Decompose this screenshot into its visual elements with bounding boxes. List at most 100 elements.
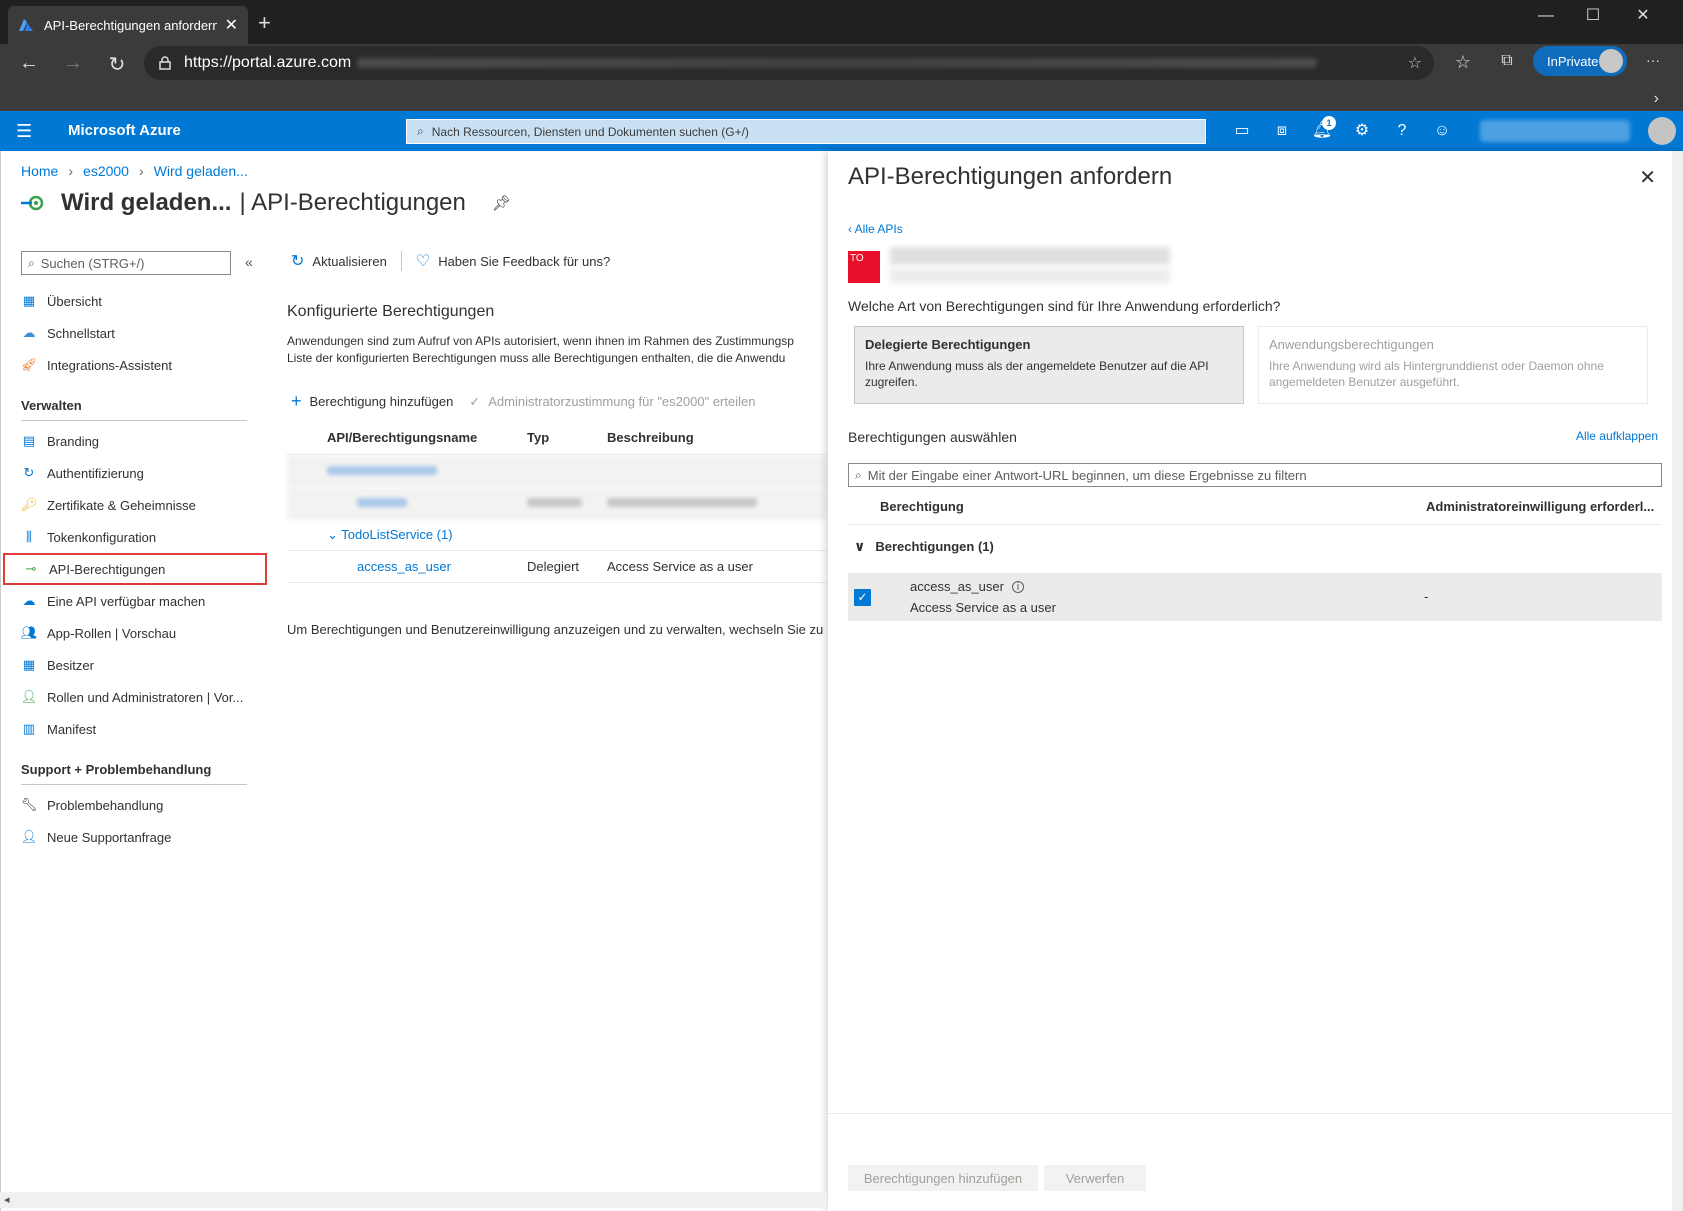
permission-type-question: Welche Art von Berechtigungen sind für I… [848,298,1281,314]
add-permissions-button[interactable]: Berechtigungen hinzufügen [848,1165,1038,1191]
address-bar[interactable]: https://portal.azure.com ☆ [144,46,1434,80]
permission-link[interactable]: access_as_user [287,559,527,574]
nav-item-quickstart[interactable]: ☁ Schnellstart [1,317,263,349]
nav-item-overview[interactable]: ▦ Übersicht [1,285,263,317]
account-name-redacted[interactable] [1480,120,1630,142]
resource-menu: ▦ Übersicht ☁ Schnellstart 🚀︎ Integrations-… [1,285,267,853]
inprivate-label: InPrivate [1547,53,1599,69]
minimize-icon[interactable]: — [1523,6,1569,26]
maximize-icon[interactable]: ☐ [1570,6,1616,26]
breadcrumb-chevron-icon: › [68,163,74,179]
wrench-icon: 🔧︎ [20,797,38,812]
expand-all-link[interactable]: Alle aufklappen [1576,429,1658,443]
nav-item-authentication[interactable]: ↻ Authentifizierung [1,457,263,489]
favorite-star-icon[interactable]: ☆ [1408,53,1422,73]
nav-item-branding[interactable]: ▤ Branding [1,425,263,457]
nav-item-roles-admins[interactable]: 👤︎ Rollen und Administratoren | Vor... [1,681,263,713]
refresh-icon[interactable]: ↻ [291,251,304,271]
favorites-icon[interactable]: ☆ [1446,52,1480,73]
nav-item-owners[interactable]: ▦ Besitzer [1,649,263,681]
nav-item-label: Übersicht [47,293,102,309]
breadcrumb-home[interactable]: Home [21,163,58,179]
application-permissions-card[interactable]: Anwendungsberechtigungen Ihre Anwendung … [1258,326,1648,404]
permission-row[interactable]: ✓ access_as_user i Access Service as a us… [848,573,1662,621]
permissions-table-header: Berechtigung Administratoreinwilligung e… [848,489,1662,525]
column-header: Berechtigung [880,499,964,514]
global-search-input[interactable]: ⌕ Nach Ressourcen, Diensten und Dokument… [406,119,1206,144]
redacted-text [327,466,437,475]
reload-icon[interactable]: ↻ [100,52,134,77]
new-tab-button[interactable]: + [258,10,271,36]
select-permissions-label: Berechtigungen auswählen [848,429,1017,445]
breadcrumb-current[interactable]: Wird geladen... [154,163,248,179]
all-apis-link[interactable]: ‹ Alle APIs [848,222,903,236]
nav-item-app-roles[interactable]: 👥︎ App-Rollen | Vorschau [1,617,263,649]
add-permission-label: Berechtigung hinzufügen [309,394,454,409]
feedback-button[interactable]: Haben Sie Feedback für uns? [438,254,610,269]
azure-brand[interactable]: Microsoft Azure [68,122,181,139]
redacted-text [357,498,407,507]
browser-tabbar: API-Berechtigungen anfordern - ✕ + — ☐ ✕ [0,0,1683,44]
nav-item-api-permissions[interactable]: ⊸ API-Berechtigungen [3,553,267,585]
nav-item-expose-api[interactable]: ☁ Eine API verfügbar machen [1,585,263,617]
info-icon[interactable]: i [1011,580,1024,593]
browser-navbar: ← → ↻ https://portal.azure.com ☆ ☆ ⧉ InP… [0,44,1683,120]
back-icon[interactable]: ← [12,52,46,75]
chevron-right-icon[interactable]: › [1654,90,1659,108]
pin-icon[interactable]: 📌︎ [492,194,511,212]
hamburger-icon[interactable]: ☰ [16,121,32,142]
nav-item-troubleshooting[interactable]: 🔧︎ Problembehandlung [1,789,263,821]
nav-item-label: Manifest [47,721,97,737]
feedback-smiley-icon[interactable]: ☺ [1430,119,1454,143]
add-permission-button[interactable]: + Berechtigung hinzufügen [291,391,453,412]
vertical-scrollbar[interactable] [1672,151,1683,1211]
browser-tab[interactable]: API-Berechtigungen anfordern - ✕ [8,6,248,44]
directory-filter-icon[interactable]: ⧈ [1270,119,1294,143]
close-window-icon[interactable]: ✕ [1620,6,1666,26]
nav-item-new-support-request[interactable]: 👤︎ Neue Supportanfrage [1,821,263,853]
nav-item-label: Rollen und Administratoren | Vor... [47,689,244,705]
inprivate-button[interactable]: InPrivate [1533,46,1627,76]
table-group-row[interactable]: ⌄ TodoListService (1) [287,519,827,551]
settings-gear-icon[interactable]: ⚙ [1350,119,1374,143]
card-desc: Ihre Anwendung muss als der angemeldete … [865,359,1209,389]
collapse-menu-icon[interactable]: « [245,254,253,270]
scroll-left-icon[interactable]: ◂ [4,1193,10,1206]
nav-item-label: Zertifikate & Geheimnisse [47,497,196,513]
column-header: Typ [527,430,550,445]
nav-item-integration-assistant[interactable]: 🚀︎ Integrations-Assistent [1,349,263,381]
desc-line: Anwendungen sind zum Aufruf von APIs aut… [287,334,794,348]
refresh-button[interactable]: Aktualisieren [312,254,386,269]
permission-checkbox[interactable]: ✓ [854,589,871,606]
azure-logo-icon [19,19,33,31]
page-title-main: Wird geladen... [61,189,232,216]
help-icon[interactable]: ? [1390,119,1414,143]
discard-button[interactable]: Verwerfen [1044,1165,1146,1191]
close-icon[interactable]: ✕ [1639,165,1656,190]
heart-icon[interactable]: ♡ [416,251,430,271]
request-permissions-panel: API-Berechtigungen anfordern ✕ ‹ Alle AP… [828,151,1683,1211]
collections-icon[interactable]: ⧉ [1490,52,1524,70]
account-avatar[interactable] [1648,117,1676,145]
permissions-filter-input[interactable]: ⌕ Mit der Eingabe einer Antwort-URL begi… [848,463,1662,487]
nav-item-token-config[interactable]: ⫼ Tokenkonfiguration [1,521,263,553]
all-apis-label: Alle APIs [854,222,903,236]
horizontal-scrollbar[interactable]: ◂ [0,1192,827,1208]
nav-item-certificates[interactable]: 🔑︎ Zertifikate & Geheimnisse [1,489,263,521]
nav-item-label: Problembehandlung [47,797,164,813]
menu-search-input[interactable]: ⌕ Suchen (STRG+/) [21,251,231,275]
permissions-group[interactable]: ∨ Berechtigungen (1) [854,538,994,555]
more-icon[interactable]: ··· [1636,52,1670,68]
grant-consent-button[interactable]: ✓ Administratorzustimmung für "es2000" er… [469,394,755,410]
forward-icon[interactable]: → [56,52,90,75]
nav-item-label: API-Berechtigungen [49,561,166,577]
tab-close-icon[interactable]: ✕ [225,15,238,35]
group-label: TodoListService (1) [341,526,453,542]
cloud-shell-icon[interactable]: ▭ [1230,119,1254,143]
search-icon: ⌕ [417,124,424,138]
tab-title: API-Berechtigungen anfordern - [44,17,217,33]
expose-api-icon: ☁ [22,593,36,608]
delegated-permissions-card[interactable]: Delegierte Berechtigungen Ihre Anwendung… [854,326,1244,404]
breadcrumb-app[interactable]: es2000 [83,163,129,179]
nav-item-manifest[interactable]: ▥ Manifest [1,713,263,745]
